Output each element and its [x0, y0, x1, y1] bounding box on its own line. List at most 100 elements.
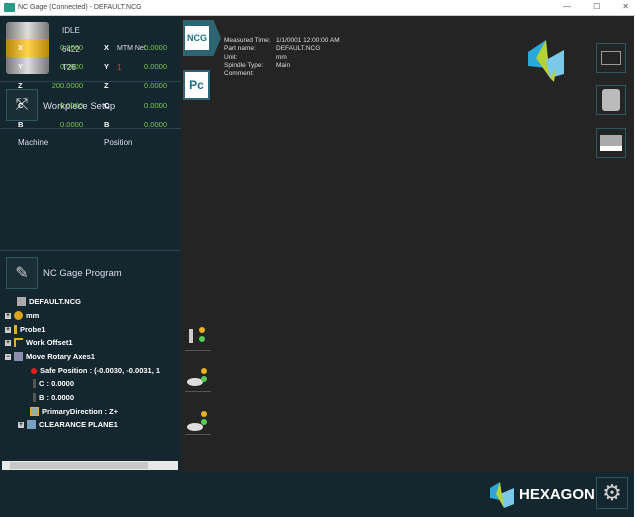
- tree-label: CLEARANCE PLANE1: [39, 420, 118, 429]
- tree-label: B : 0.0000: [39, 393, 75, 402]
- coord-row: Y 0.0000 Y 0.0000: [0, 62, 181, 76]
- save-button[interactable]: [596, 85, 626, 115]
- machine-value: 0.0000: [60, 119, 83, 129]
- position-value: 0.0000: [144, 81, 167, 91]
- tree-item-clearance[interactable]: + CLEARANCE PLANE1: [18, 420, 118, 429]
- probe-icon: [189, 329, 193, 343]
- expand-icon[interactable]: +: [5, 339, 11, 346]
- tree-item-probe[interactable]: + Probe1: [5, 325, 45, 334]
- tree-label: Safe Position : (-0.0030, -0.0031, 1: [40, 366, 161, 375]
- tree-item-mm[interactable]: + mm: [5, 311, 39, 320]
- machine-value: 0.0000: [60, 43, 83, 52]
- coord-row: X 0.0000 X 0.0000: [0, 43, 181, 57]
- coord-row: Z 200.0000 Z 0.0000: [0, 81, 181, 95]
- measurement-info: Measured Time: 1/1/0001 12:00:00 AM Part …: [224, 37, 340, 78]
- tree-item-safe-position[interactable]: Safe Position : (-0.0030, -0.0031, 1: [31, 366, 160, 375]
- expand-icon[interactable]: +: [5, 326, 11, 333]
- position-header: Position: [104, 138, 133, 147]
- horizontal-scrollbar[interactable]: [2, 461, 178, 470]
- expand-icon[interactable]: +: [18, 421, 24, 428]
- probe-calibrate-button[interactable]: [185, 409, 211, 435]
- tree-item-c[interactable]: C : 0.0000: [33, 379, 74, 388]
- collapse-icon[interactable]: −: [5, 353, 11, 360]
- axis-label: X: [104, 43, 110, 52]
- tree-label: Work Offset1: [26, 338, 73, 347]
- minimize-button[interactable]: —: [563, 2, 571, 11]
- clearance-icon: [27, 420, 36, 429]
- tab-ncg[interactable]: NCG: [183, 20, 221, 56]
- axis-icon: [33, 379, 36, 388]
- print-button[interactable]: [596, 128, 626, 158]
- folder-icon: [601, 51, 621, 65]
- axis-label: B: [18, 119, 24, 129]
- save-icon: [602, 89, 620, 111]
- left-panel: IDLE 6422 MTM Net T26 1 ⤧ Workpiece Setu…: [0, 16, 181, 472]
- measured-time: 1/1/0001 12:00:00 AM: [276, 37, 340, 44]
- maximize-button[interactable]: ☐: [593, 2, 600, 11]
- tree-label: PrimaryDirection : Z+: [42, 407, 119, 416]
- settings-button[interactable]: ⚙: [596, 477, 628, 509]
- tree-label: Probe1: [20, 325, 46, 334]
- tree-label: Move Rotary Axes1: [26, 352, 95, 361]
- tree-item-b[interactable]: B : 0.0000: [33, 393, 74, 402]
- nc-gage-program-label: NC Gage Program: [43, 268, 122, 279]
- window-title: NC Gage (Connected) - DEFAULT.NCG: [18, 4, 142, 11]
- coord-row: C 0.0000 C 0.0000: [0, 101, 181, 115]
- title-bar: NC Gage (Connected) - DEFAULT.NCG — ☐ ✕: [0, 0, 635, 16]
- scrollbar-thumb[interactable]: [10, 462, 148, 469]
- axis-label: Y: [18, 62, 24, 72]
- tree-item-primary-direction[interactable]: PrimaryDirection : Z+: [30, 407, 118, 416]
- axis-label: Y: [104, 62, 110, 72]
- label: Comment:: [224, 70, 254, 78]
- expand-icon[interactable]: +: [5, 312, 11, 319]
- nc-gage-program-button[interactable]: ✎: [6, 257, 38, 289]
- tree-label: mm: [26, 311, 40, 320]
- probe-tool-button[interactable]: [185, 325, 211, 351]
- tree-item-move-rotary[interactable]: − Move Rotary Axes1: [5, 352, 95, 361]
- position-value: 0.0000: [144, 119, 167, 129]
- axis-label: X: [18, 43, 24, 52]
- unit: mm: [276, 53, 287, 61]
- label: Part name:: [224, 45, 256, 53]
- tree-item-work-offset[interactable]: + Work Offset1: [5, 338, 73, 347]
- label: Spindle Type:: [224, 61, 264, 69]
- gear-icon: ⚙: [602, 480, 622, 505]
- machine-header: Machine: [18, 138, 49, 147]
- unit-icon: [14, 311, 23, 320]
- part-name: DEFAULT.NCG: [276, 45, 321, 53]
- machine-value: 200.0000: [51, 81, 83, 91]
- label: Unit:: [224, 53, 238, 61]
- work-offset-icon: [14, 338, 23, 347]
- axis-icon: [33, 393, 36, 402]
- main-area: NCG Pc Measured Time: 1/1/0001 12:00:00 A…: [181, 16, 634, 472]
- open-folder-button[interactable]: [596, 43, 626, 73]
- rotary-icon: [14, 352, 23, 361]
- printer-icon: [600, 135, 622, 151]
- position-value: 0.0000: [144, 43, 167, 52]
- tree-item-root[interactable]: DEFAULT.NCG: [17, 297, 81, 306]
- direction-icon: [30, 407, 39, 416]
- probe-calibrate-icon: [187, 423, 203, 431]
- hexagon-logo-icon: [528, 40, 564, 82]
- probe-setup-button[interactable]: [185, 366, 211, 392]
- brand-name: HEXAGON: [519, 486, 595, 503]
- probe-icon: [14, 325, 17, 334]
- close-button[interactable]: ✕: [622, 2, 629, 11]
- position-value: 0.0000: [144, 62, 167, 72]
- axis-label: Z: [18, 81, 23, 91]
- app-icon: [4, 3, 15, 12]
- file-icon: [17, 297, 26, 306]
- ncg-icon: NCG: [185, 26, 209, 50]
- machine-value: 0.0000: [60, 100, 83, 110]
- axis-label: B: [104, 119, 110, 129]
- tree-label: DEFAULT.NCG: [29, 297, 81, 306]
- spindle-type: Main: [276, 61, 291, 69]
- program-icon: ✎: [15, 265, 29, 282]
- label: Measured Time:: [224, 37, 271, 44]
- machine-value: 0.0000: [60, 62, 83, 72]
- red-dot-icon: [31, 367, 37, 374]
- tab-pc[interactable]: Pc: [183, 70, 210, 100]
- tree-label: C : 0.0000: [39, 379, 75, 388]
- coord-row: B 0.0000 B 0.0000: [0, 120, 181, 134]
- axis-label: Z: [104, 81, 109, 91]
